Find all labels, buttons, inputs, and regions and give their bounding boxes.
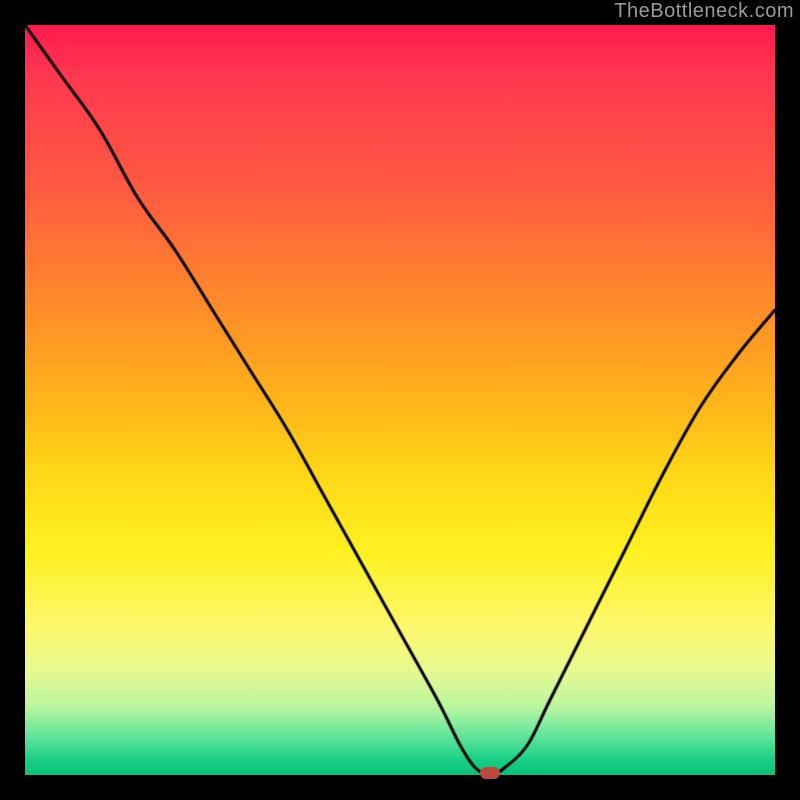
chart-gradient-area xyxy=(25,25,775,775)
chart-frame: TheBottleneck.com xyxy=(0,0,800,800)
watermark-label: TheBottleneck.com xyxy=(614,0,794,23)
